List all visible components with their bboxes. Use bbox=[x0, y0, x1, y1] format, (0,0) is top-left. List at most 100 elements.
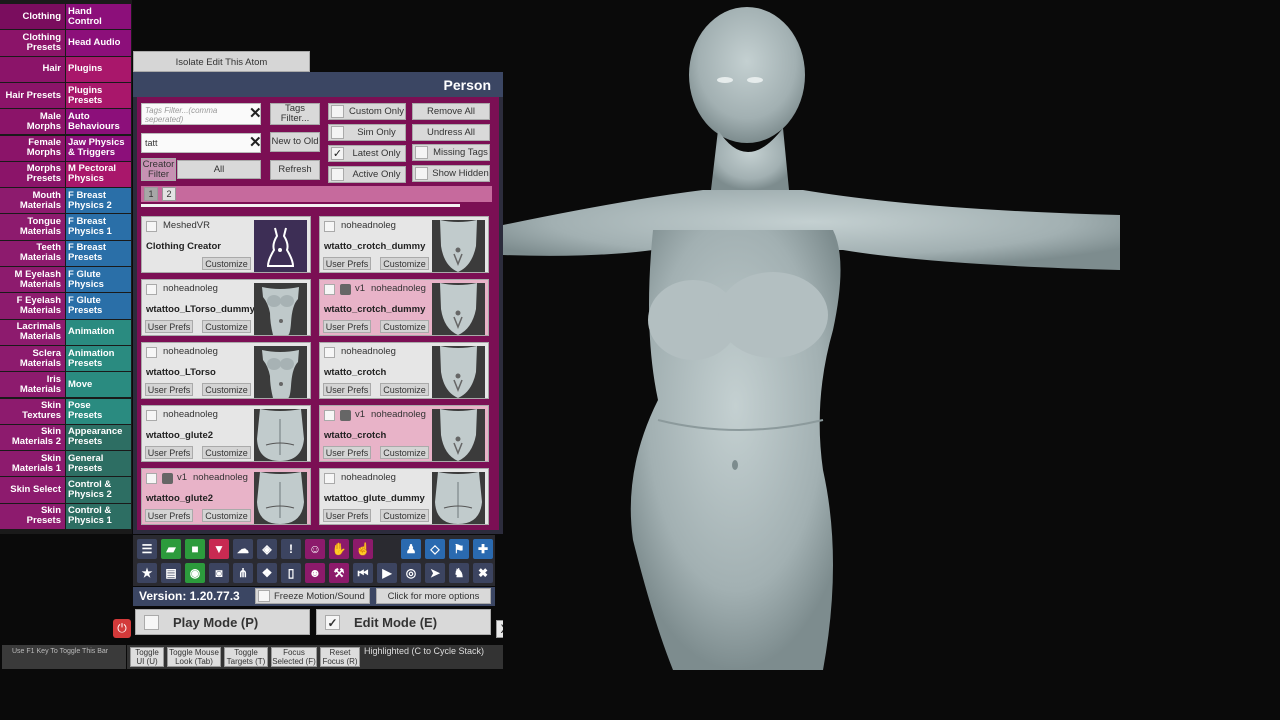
customize-button[interactable]: Customize bbox=[202, 509, 251, 522]
tab-right-7[interactable]: F Breast Physics 2 bbox=[66, 188, 131, 214]
checkbox[interactable] bbox=[146, 221, 157, 232]
pointer-hand-icon[interactable]: ☝ bbox=[353, 539, 373, 559]
bottom-button-4[interactable]: Reset Focus (R) bbox=[320, 647, 360, 667]
checkbox[interactable] bbox=[258, 590, 270, 602]
refresh-button[interactable]: Refresh bbox=[270, 160, 320, 180]
item-card[interactable]: v1 noheadnoleg wtatto_crotch User Prefs Cust… bbox=[319, 405, 489, 462]
item-card[interactable]: MeshedVR Clothing Creator Customize bbox=[141, 216, 311, 273]
load-scene-icon[interactable]: ▤ bbox=[161, 563, 181, 583]
alert-icon[interactable]: ! bbox=[281, 539, 301, 559]
tab-left-5[interactable]: Female Morphs bbox=[0, 135, 65, 161]
camera-icon[interactable]: ◙ bbox=[209, 563, 229, 583]
cursor-icon[interactable]: ➤ bbox=[425, 563, 445, 583]
item-card[interactable]: v1 noheadnoleg wtattoo_glute2 User Prefs Cus… bbox=[141, 468, 311, 525]
power-icon[interactable]: ⏻ bbox=[113, 619, 131, 638]
item-card[interactable]: v1 noheadnoleg wtatto_crotch_dummy User Pre… bbox=[319, 279, 489, 336]
people-icon[interactable]: ♞ bbox=[449, 563, 469, 583]
customize-button[interactable]: Customize bbox=[202, 446, 251, 459]
search-input[interactable]: tatt bbox=[141, 133, 261, 153]
tags-filter-input[interactable]: Tags Filter...(comma seperated) bbox=[141, 103, 261, 125]
checkbox[interactable] bbox=[144, 614, 159, 630]
page-2-button[interactable]: 2 bbox=[162, 187, 176, 201]
customize-button[interactable]: Customize bbox=[380, 509, 429, 522]
tab-right-4[interactable]: Auto Behaviours bbox=[66, 109, 131, 135]
tab-left-17[interactable]: Skin Materials 1 bbox=[0, 451, 65, 477]
user-prefs-button[interactable]: User Prefs bbox=[145, 509, 193, 522]
tab-left-19[interactable]: Skin Presets bbox=[0, 503, 65, 529]
isolate-edit-atom-button[interactable]: Isolate Edit This Atom bbox=[133, 51, 310, 72]
folder-icon[interactable]: ■ bbox=[185, 539, 205, 559]
unity-icon[interactable]: ◇ bbox=[425, 539, 445, 559]
user-prefs-button[interactable]: User Prefs bbox=[323, 446, 371, 459]
user-prefs-button[interactable]: User Prefs bbox=[323, 320, 371, 333]
toggle-active-only[interactable]: Active Only bbox=[328, 166, 406, 183]
undress-all-button[interactable]: Undress All bbox=[412, 124, 490, 141]
checkbox[interactable] bbox=[324, 410, 335, 421]
tab-right-13[interactable]: Animation Presets bbox=[66, 345, 131, 372]
tab-right-11[interactable]: F Glute Presets bbox=[66, 293, 131, 319]
wrench-person-icon[interactable]: ⚒ bbox=[329, 563, 349, 583]
save-icon[interactable]: ▼ bbox=[209, 539, 229, 559]
dropbox-icon[interactable]: ❖ bbox=[257, 563, 277, 583]
tab-right-19[interactable]: Control & Physics 1 bbox=[66, 503, 131, 529]
show-hidden-toggle[interactable]: Show Hidden bbox=[412, 165, 490, 182]
tab-left-16[interactable]: Skin Materials 2 bbox=[0, 424, 65, 451]
tab-right-14[interactable]: Move bbox=[66, 372, 131, 398]
tab-left-1[interactable]: Clothing Presets bbox=[0, 30, 65, 56]
page-1-button[interactable]: 1 bbox=[144, 187, 158, 201]
checkbox[interactable]: ✓ bbox=[325, 614, 340, 630]
tab-right-0[interactable]: Hand Control bbox=[66, 4, 131, 30]
checkbox[interactable] bbox=[146, 410, 157, 421]
checkbox[interactable] bbox=[331, 168, 344, 181]
tab-left-11[interactable]: F Eyelash Materials bbox=[0, 293, 65, 319]
tools-icon[interactable]: ✖ bbox=[473, 563, 493, 583]
tab-left-2[interactable]: Hair bbox=[0, 56, 65, 82]
flag-icon[interactable]: ⚑ bbox=[449, 539, 469, 559]
checkbox[interactable] bbox=[324, 284, 335, 295]
freeze-motion-toggle[interactable]: Freeze Motion/Sound bbox=[255, 588, 370, 604]
screenshot-icon[interactable]: ◉ bbox=[185, 563, 205, 583]
bottom-button-2[interactable]: Toggle Targets (T) bbox=[224, 647, 268, 667]
person-remove-icon[interactable]: ☻ bbox=[305, 563, 325, 583]
document-icon[interactable]: ▯ bbox=[281, 563, 301, 583]
toggle-latest-only[interactable]: ✓ Latest Only bbox=[328, 145, 406, 162]
user-prefs-button[interactable]: User Prefs bbox=[145, 446, 193, 459]
tab-right-12[interactable]: Animation bbox=[66, 319, 131, 345]
menu-icon[interactable]: ☰ bbox=[137, 539, 157, 559]
item-card[interactable]: noheadnoleg wtattoo_LTorso_dummy User Pref… bbox=[141, 279, 311, 336]
graph-icon[interactable]: ⋔ bbox=[233, 563, 253, 583]
tab-left-7[interactable]: Mouth Materials bbox=[0, 188, 65, 214]
checkbox[interactable] bbox=[415, 167, 428, 180]
tab-left-13[interactable]: Sclera Materials bbox=[0, 345, 65, 372]
customize-button[interactable]: Customize bbox=[380, 320, 429, 333]
user-prefs-button[interactable]: User Prefs bbox=[323, 509, 371, 522]
checkbox[interactable] bbox=[324, 347, 335, 358]
checkbox[interactable] bbox=[146, 284, 157, 295]
hand-icon[interactable]: ✋ bbox=[329, 539, 349, 559]
tab-left-4[interactable]: Male Morphs bbox=[0, 109, 65, 135]
customize-button[interactable]: Customize bbox=[380, 383, 429, 396]
sort-order-button[interactable]: New to Old bbox=[270, 132, 320, 152]
checkbox[interactable] bbox=[331, 126, 344, 139]
tab-left-14[interactable]: Iris Materials bbox=[0, 372, 65, 398]
tab-right-15[interactable]: Pose Presets bbox=[66, 398, 131, 424]
user-prefs-button[interactable]: User Prefs bbox=[145, 320, 193, 333]
missing-tags-toggle[interactable]: Missing Tags bbox=[412, 144, 490, 161]
tab-right-16[interactable]: Appearance Presets bbox=[66, 424, 131, 451]
tab-right-17[interactable]: General Presets bbox=[66, 451, 131, 477]
customize-button[interactable]: Customize bbox=[202, 257, 251, 270]
customize-button[interactable]: Customize bbox=[380, 257, 429, 270]
star-icon[interactable]: ★ bbox=[137, 563, 157, 583]
tab-left-12[interactable]: Lacrimals Materials bbox=[0, 319, 65, 345]
bottom-button-1[interactable]: Toggle Mouse Look (Tab) bbox=[167, 647, 221, 667]
checkbox[interactable] bbox=[415, 146, 428, 159]
user-prefs-button[interactable]: User Prefs bbox=[145, 383, 193, 396]
tab-left-15[interactable]: Skin Textures bbox=[0, 398, 65, 424]
tab-right-2[interactable]: Plugins bbox=[66, 56, 131, 82]
item-card[interactable]: noheadnoleg wtatto_crotch User Prefs Custom… bbox=[319, 342, 489, 399]
target-icon[interactable]: ◎ bbox=[401, 563, 421, 583]
item-card[interactable]: noheadnoleg wtatto_crotch_dummy User Prefs… bbox=[319, 216, 489, 273]
tab-right-6[interactable]: M Pectoral Physics bbox=[66, 161, 131, 188]
tab-left-18[interactable]: Skin Select bbox=[0, 477, 65, 503]
item-card[interactable]: noheadnoleg wtattoo_LTorso User Prefs Custo… bbox=[141, 342, 311, 399]
